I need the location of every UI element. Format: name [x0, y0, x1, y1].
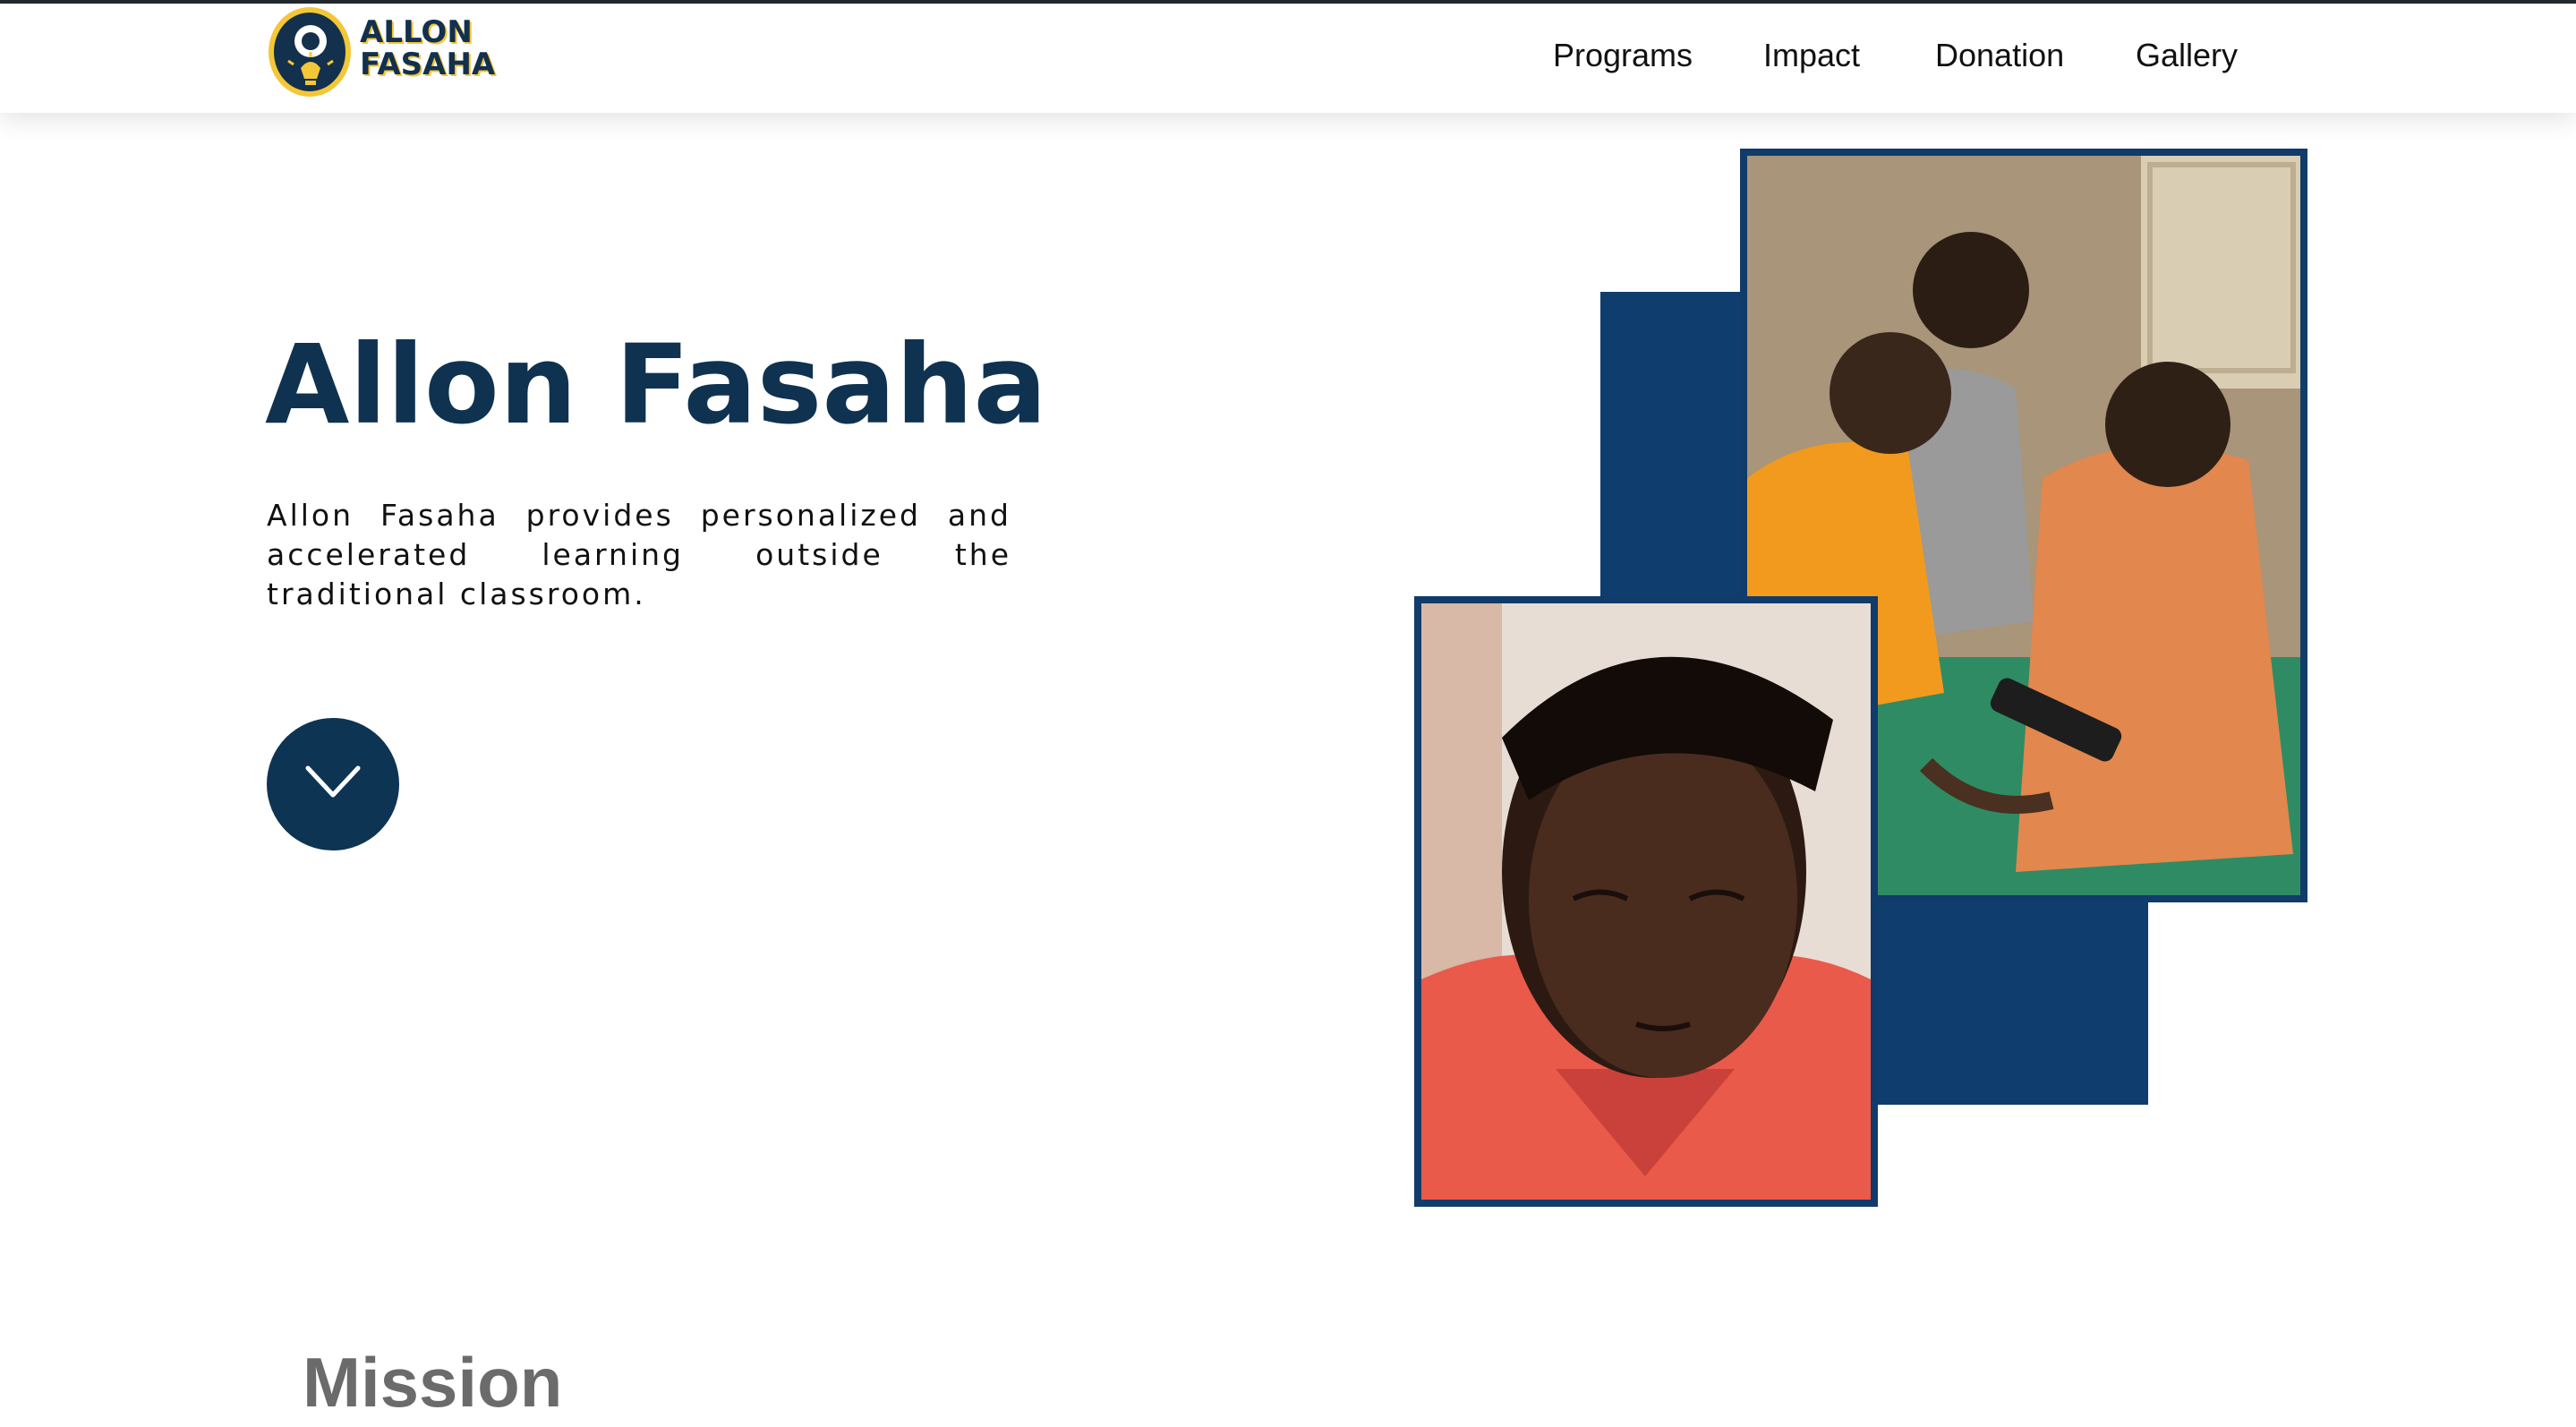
- decorative-block-lower: [1844, 877, 2148, 1105]
- nav-link-gallery[interactable]: Gallery: [2136, 36, 2238, 75]
- main-nav: Programs Impact Donation Gallery: [0, 4, 2576, 113]
- site-header: ALLON FASAHA Programs Impact Donation Ga…: [0, 4, 2576, 113]
- nav-link-donation[interactable]: Donation: [1935, 36, 2064, 75]
- nav-link-impact[interactable]: Impact: [1763, 36, 1860, 75]
- hero-description: Allon Fasaha provides personalized and a…: [267, 498, 1011, 611]
- boy-reading-photo: [1414, 596, 1878, 1207]
- page: ALLON FASAHA Programs Impact Donation Ga…: [0, 0, 2576, 1427]
- scroll-down-button[interactable]: [267, 718, 399, 850]
- hero-title: Allon Fasaha: [265, 321, 1047, 449]
- chevron-down-icon: [305, 765, 361, 798]
- nav-link-programs[interactable]: Programs: [1553, 36, 1693, 75]
- boy-reading-illustration: [1421, 603, 1871, 1200]
- mission-heading: Mission: [303, 1343, 563, 1422]
